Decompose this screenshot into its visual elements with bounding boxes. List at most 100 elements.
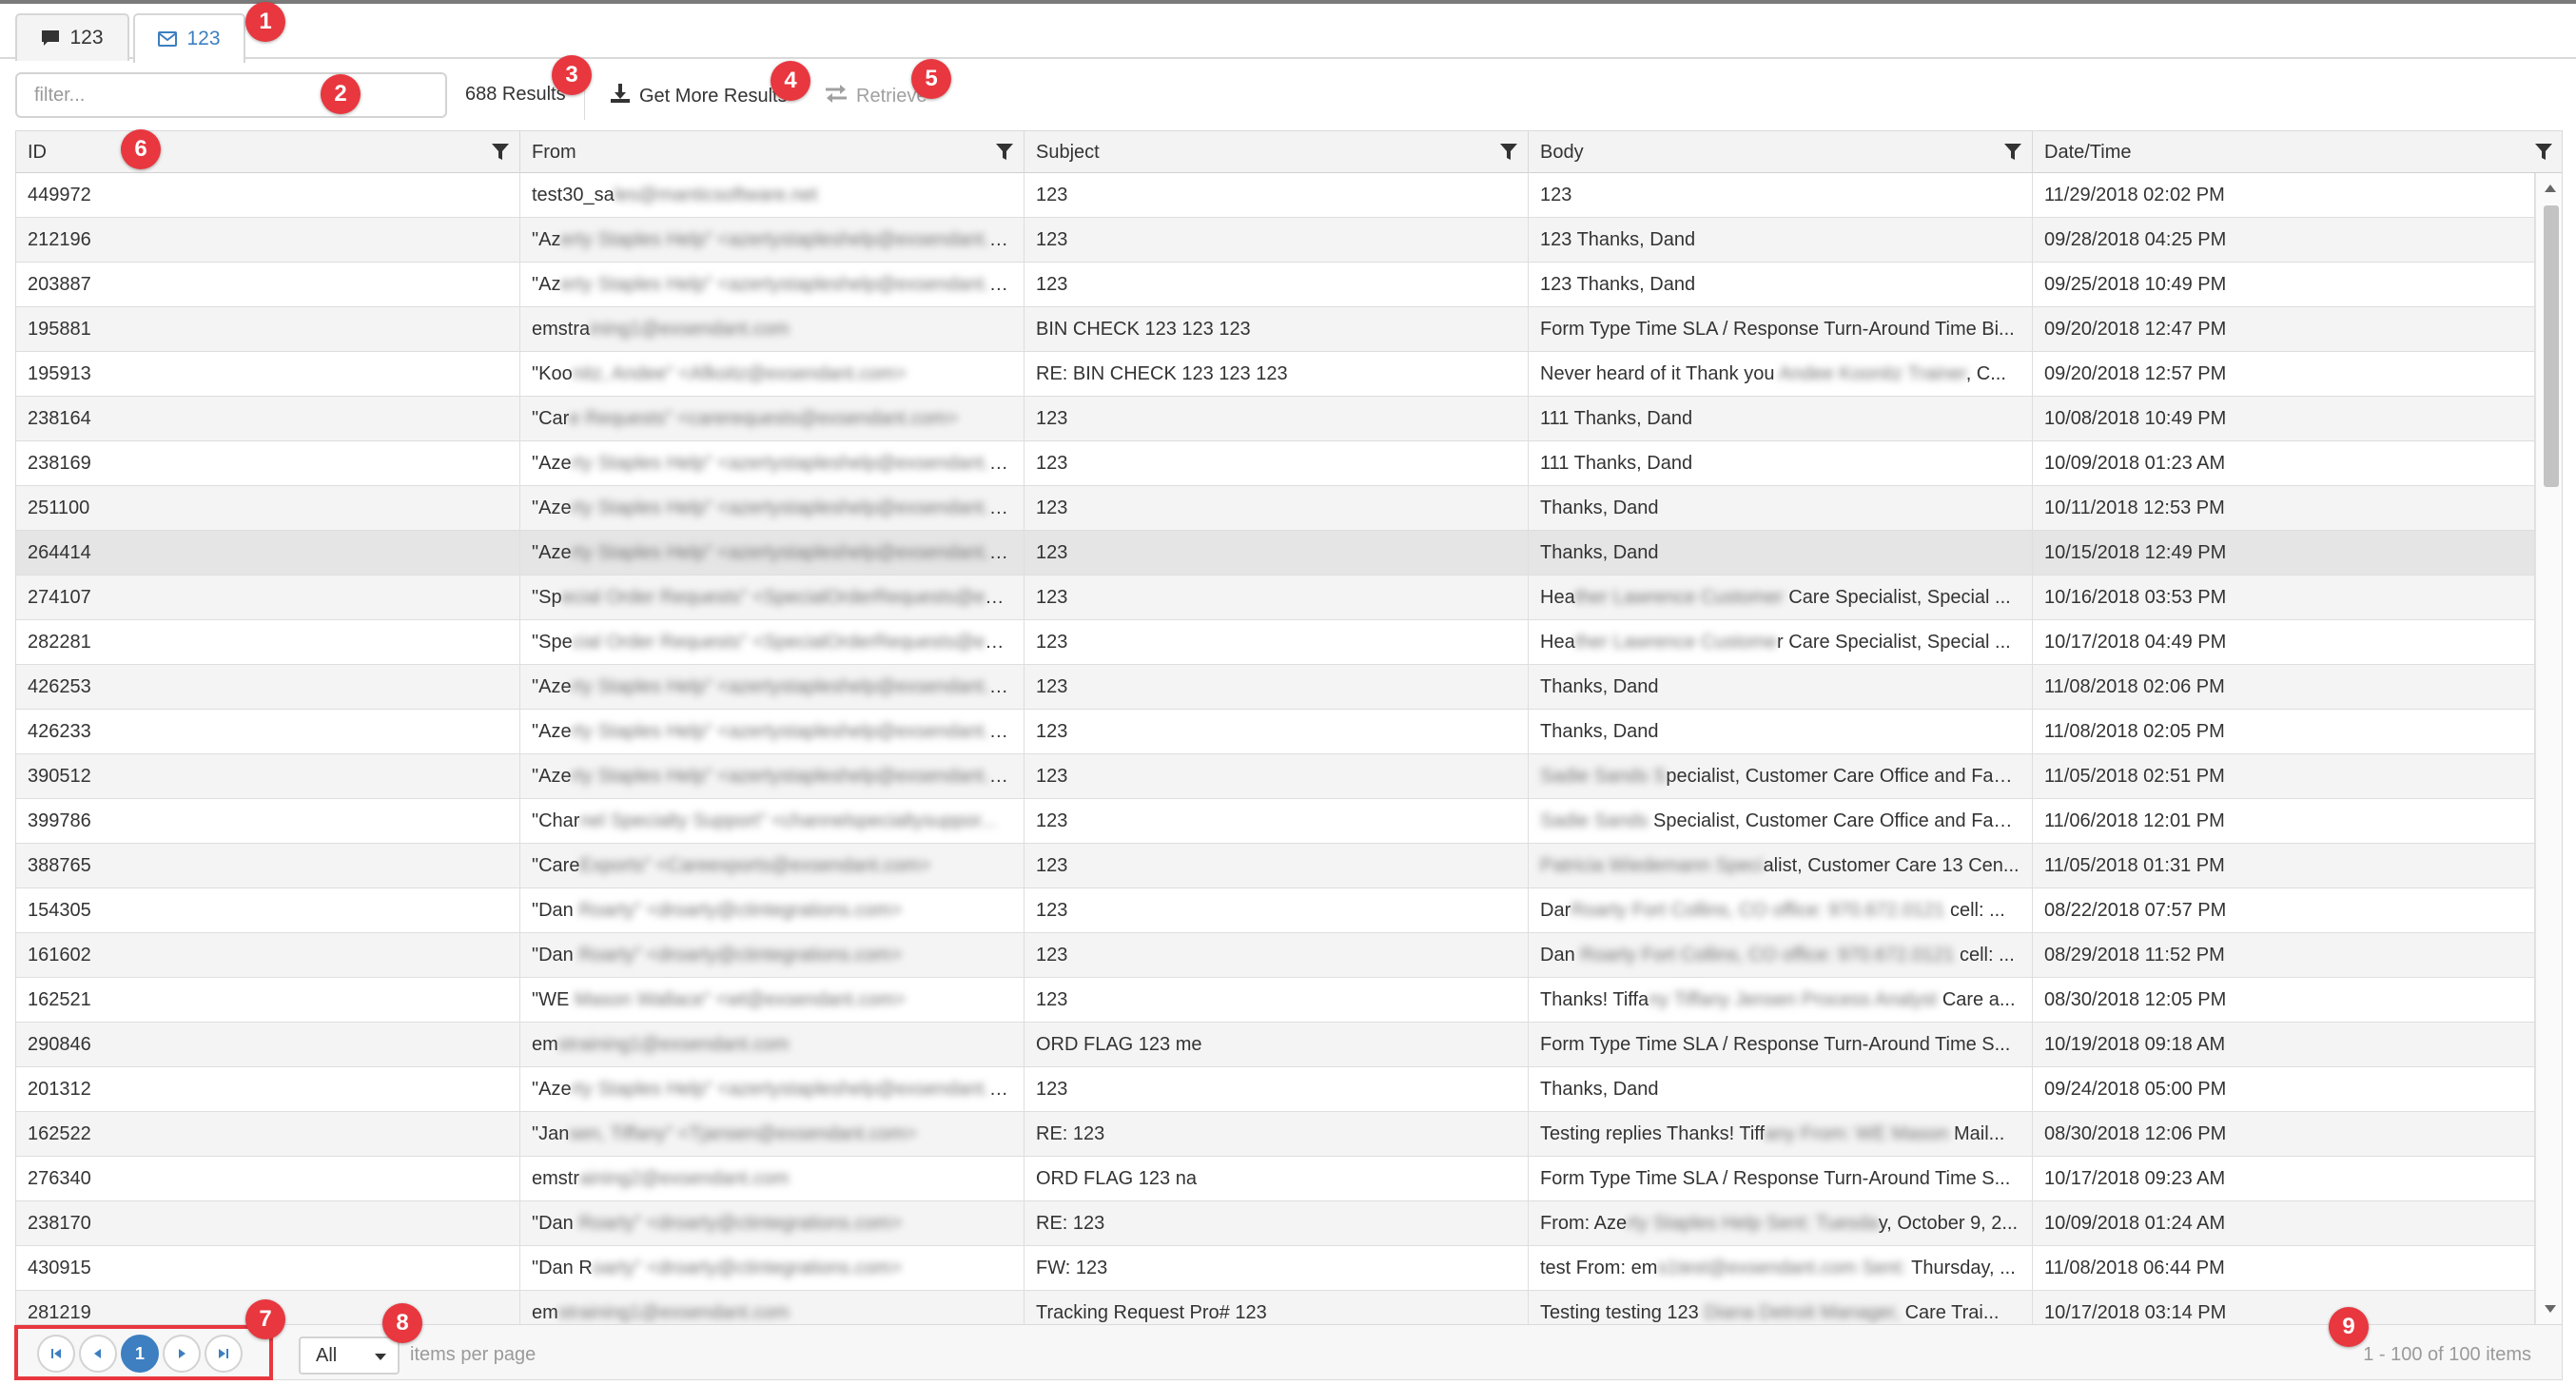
column-header-datetime[interactable]: Date/Time	[2033, 131, 2562, 173]
table-row[interactable]: 449972 test30_sales@manticsoftware.net 123…	[16, 173, 2535, 218]
tab-email[interactable]: 123	[133, 13, 245, 63]
cell-id: 388765	[16, 844, 520, 888]
table-row[interactable]: 161602 "Dan Roarty" <droarty@ctintegratio…	[16, 933, 2535, 978]
from-visible-text: "Jan	[532, 1123, 570, 1144]
table-row[interactable]: 201312 "Azerty Staples Help" <azertystapl…	[16, 1067, 2535, 1112]
filter-icon[interactable]	[1499, 143, 1518, 167]
body-tail-text: alist, Customer Care 13 Cen...	[1763, 855, 2020, 876]
scroll-down-arrow-icon[interactable]	[2545, 1305, 2556, 1313]
from-visible-text: "Aze	[532, 542, 572, 563]
cell-id: 430915	[16, 1246, 520, 1291]
from-visible-text: "Sp	[532, 587, 562, 608]
table-row[interactable]: 399786 "Charnel Specialty Support" <chann…	[16, 799, 2535, 844]
filter-icon[interactable]	[2534, 143, 2553, 167]
get-more-results-button[interactable]: Get More Results	[609, 80, 788, 112]
cell-subject: 123	[1025, 441, 1529, 486]
comment-icon	[41, 29, 60, 47]
from-visible-text: "Aze	[532, 676, 572, 697]
body-redacted-text: ny Tiffany Jensen Process Analyst	[1649, 989, 1938, 1010]
table-row[interactable]: 203887 "Azerty Staples Help" <azertystapl…	[16, 263, 2535, 307]
cell-datetime: 11/05/2018 02:51 PM	[2033, 754, 2535, 799]
body-visible-text: Hea	[1540, 587, 1575, 608]
tab-chat[interactable]: 123	[15, 13, 129, 61]
callout-badge: 2	[321, 74, 361, 114]
body-tail-text: y, October 9, 2...	[1878, 1213, 2019, 1234]
table-row[interactable]: 426253 "Azerty Staples Help" <azertystapl…	[16, 665, 2535, 710]
cell-subject: 123	[1025, 263, 1529, 307]
table-row[interactable]: 426233 "Azerty Staples Help" <azertystapl…	[16, 710, 2535, 754]
cell-from: emstraining1@exsendant.com	[520, 1291, 1025, 1324]
body-tail-text: Thursday, ...	[1905, 1258, 2016, 1278]
cell-from: "Dan Roarty" <droarty@ctintegrations.com…	[520, 1246, 1025, 1291]
table-row[interactable]: 154305 "Dan Roarty" <droarty@ctintegratio…	[16, 888, 2535, 933]
scroll-up-arrow-icon[interactable]	[2545, 185, 2556, 192]
cell-from: "WE Mason Wallace" <wt@exsendant.com>	[520, 978, 1025, 1023]
current-page-button[interactable]: 1	[121, 1335, 159, 1373]
next-page-button[interactable]	[163, 1335, 201, 1373]
previous-page-button[interactable]	[79, 1335, 117, 1373]
table-row[interactable]: 162522 "Jansen, Tiffany" <Tjansen@exsenda…	[16, 1112, 2535, 1157]
filter-icon[interactable]	[995, 143, 1014, 167]
column-header-from[interactable]: From	[520, 131, 1025, 173]
body-tail-text: Care Specialist, Special ...	[1783, 587, 2011, 608]
table-row[interactable]: 195881 emstraining1@exsendant.com BIN CHEC…	[16, 307, 2535, 352]
scrollbar-thumb[interactable]	[2544, 205, 2559, 487]
table-row[interactable]: 388765 "CareExports" <Careexports@exsenda…	[16, 844, 2535, 888]
cell-id: 162522	[16, 1112, 520, 1157]
table-row[interactable]: 430915 "Dan Roarty" <droarty@ctintegratio…	[16, 1246, 2535, 1291]
first-page-button[interactable]	[37, 1335, 75, 1373]
cell-datetime: 10/09/2018 01:24 AM	[2033, 1201, 2535, 1246]
table-row[interactable]: 251100 "Azerty Staples Help" <azertystapl…	[16, 486, 2535, 531]
table-row[interactable]: 162521 "WE Mason Wallace" <wt@exsendant.c…	[16, 978, 2535, 1023]
from-redacted-text: les@manticsoftware.net	[614, 185, 818, 205]
from-visible-text: emstr	[532, 1168, 579, 1189]
pager-range-info: 1 - 100 of 100 items	[2363, 1344, 2531, 1365]
table-row[interactable]: 264414 "Azerty Staples Help" <azertystapl…	[16, 531, 2535, 575]
body-redacted-text: ther Lawrence Customer	[1574, 587, 1784, 608]
cell-subject: Tracking Request Pro# 123	[1025, 1291, 1529, 1324]
column-header-subject[interactable]: Subject	[1025, 131, 1529, 173]
tab-email-label: 123	[186, 28, 221, 49]
table-row[interactable]: 282281 "Special Order Requests" <SpecialO…	[16, 620, 2535, 665]
cell-body: Sadie Sands Specialist, Customer Care Of…	[1529, 754, 2033, 799]
table-row[interactable]: 195913 "Koonitz, Andee" <Afkoitz@exsendan…	[16, 352, 2535, 397]
table-row[interactable]: 276340 emstraining2@exsendant.com ORD FLAG…	[16, 1157, 2535, 1201]
from-redacted-text: ining1@exsendant.com	[590, 319, 790, 340]
table-row[interactable]: 290846 emstraining1@exsendant.com ORD FLAG…	[16, 1023, 2535, 1067]
cell-datetime: 11/08/2018 06:44 PM	[2033, 1246, 2535, 1291]
body-visible-text: test From: em	[1540, 1258, 1658, 1278]
cell-from: "Azerty Staples Help" <azertystapleshelp…	[520, 710, 1025, 754]
filter-input[interactable]	[15, 72, 447, 118]
tab-strip: 123 123	[0, 4, 2576, 63]
vertical-scrollbar[interactable]	[2535, 173, 2562, 1324]
column-header-label: Body	[1540, 141, 1584, 163]
table-row[interactable]: 212196 "Azerty Staples Help" <azertystapl…	[16, 218, 2535, 263]
from-visible-text: "Az	[532, 229, 561, 250]
cell-body: Sadie Sands Specialist, Customer Care Of…	[1529, 799, 2033, 844]
table-row[interactable]: 274107 "Special Order Requests" <SpecialO…	[16, 575, 2535, 620]
table-row[interactable]: 390512 "Azerty Staples Help" <azertystapl…	[16, 754, 2535, 799]
cell-datetime: 11/06/2018 12:01 PM	[2033, 799, 2535, 844]
cell-body: Never heard of it Thank you Andee Koonit…	[1529, 352, 2033, 397]
cell-from: "Special Order Requests" <SpecialOrderRe…	[520, 620, 1025, 665]
last-page-button[interactable]	[205, 1335, 243, 1373]
table-row[interactable]: 238164 "Care Requests" <carerequests@exse…	[16, 397, 2535, 441]
column-header-body[interactable]: Body	[1529, 131, 2033, 173]
cell-from: "Dan Roarty" <droarty@ctintegrations.com…	[520, 1201, 1025, 1246]
filter-icon[interactable]	[491, 143, 510, 167]
cell-subject: 123	[1025, 978, 1529, 1023]
from-redacted-text: sen, Tiffany" <Tjansen@exsendant.com>	[569, 1123, 917, 1144]
column-header-id[interactable]: ID	[16, 131, 520, 173]
table-row[interactable]: 238170 "Dan Roarty" <droarty@ctintegratio…	[16, 1201, 2535, 1246]
table-row[interactable]: 238169 "Azerty Staples Help" <azertystapl…	[16, 441, 2535, 486]
from-visible-text: "Dan	[532, 900, 579, 921]
body-redacted-text: Roarty Fort Collins, CO office: 970.672.…	[1571, 900, 1945, 921]
cell-body: Patricia Wiedemann Specialist, Customer …	[1529, 844, 2033, 888]
callout-badge: 1	[245, 2, 285, 42]
cell-datetime: 09/24/2018 05:00 PM	[2033, 1067, 2535, 1112]
filter-icon[interactable]	[2003, 143, 2022, 167]
cell-body: 111 Thanks, Dand	[1529, 441, 2033, 486]
page-size-select[interactable]: All	[299, 1336, 400, 1375]
body-redacted-text: Sadie Sands	[1540, 810, 1653, 831]
body-tail-text: cell: ...	[1944, 900, 2005, 921]
